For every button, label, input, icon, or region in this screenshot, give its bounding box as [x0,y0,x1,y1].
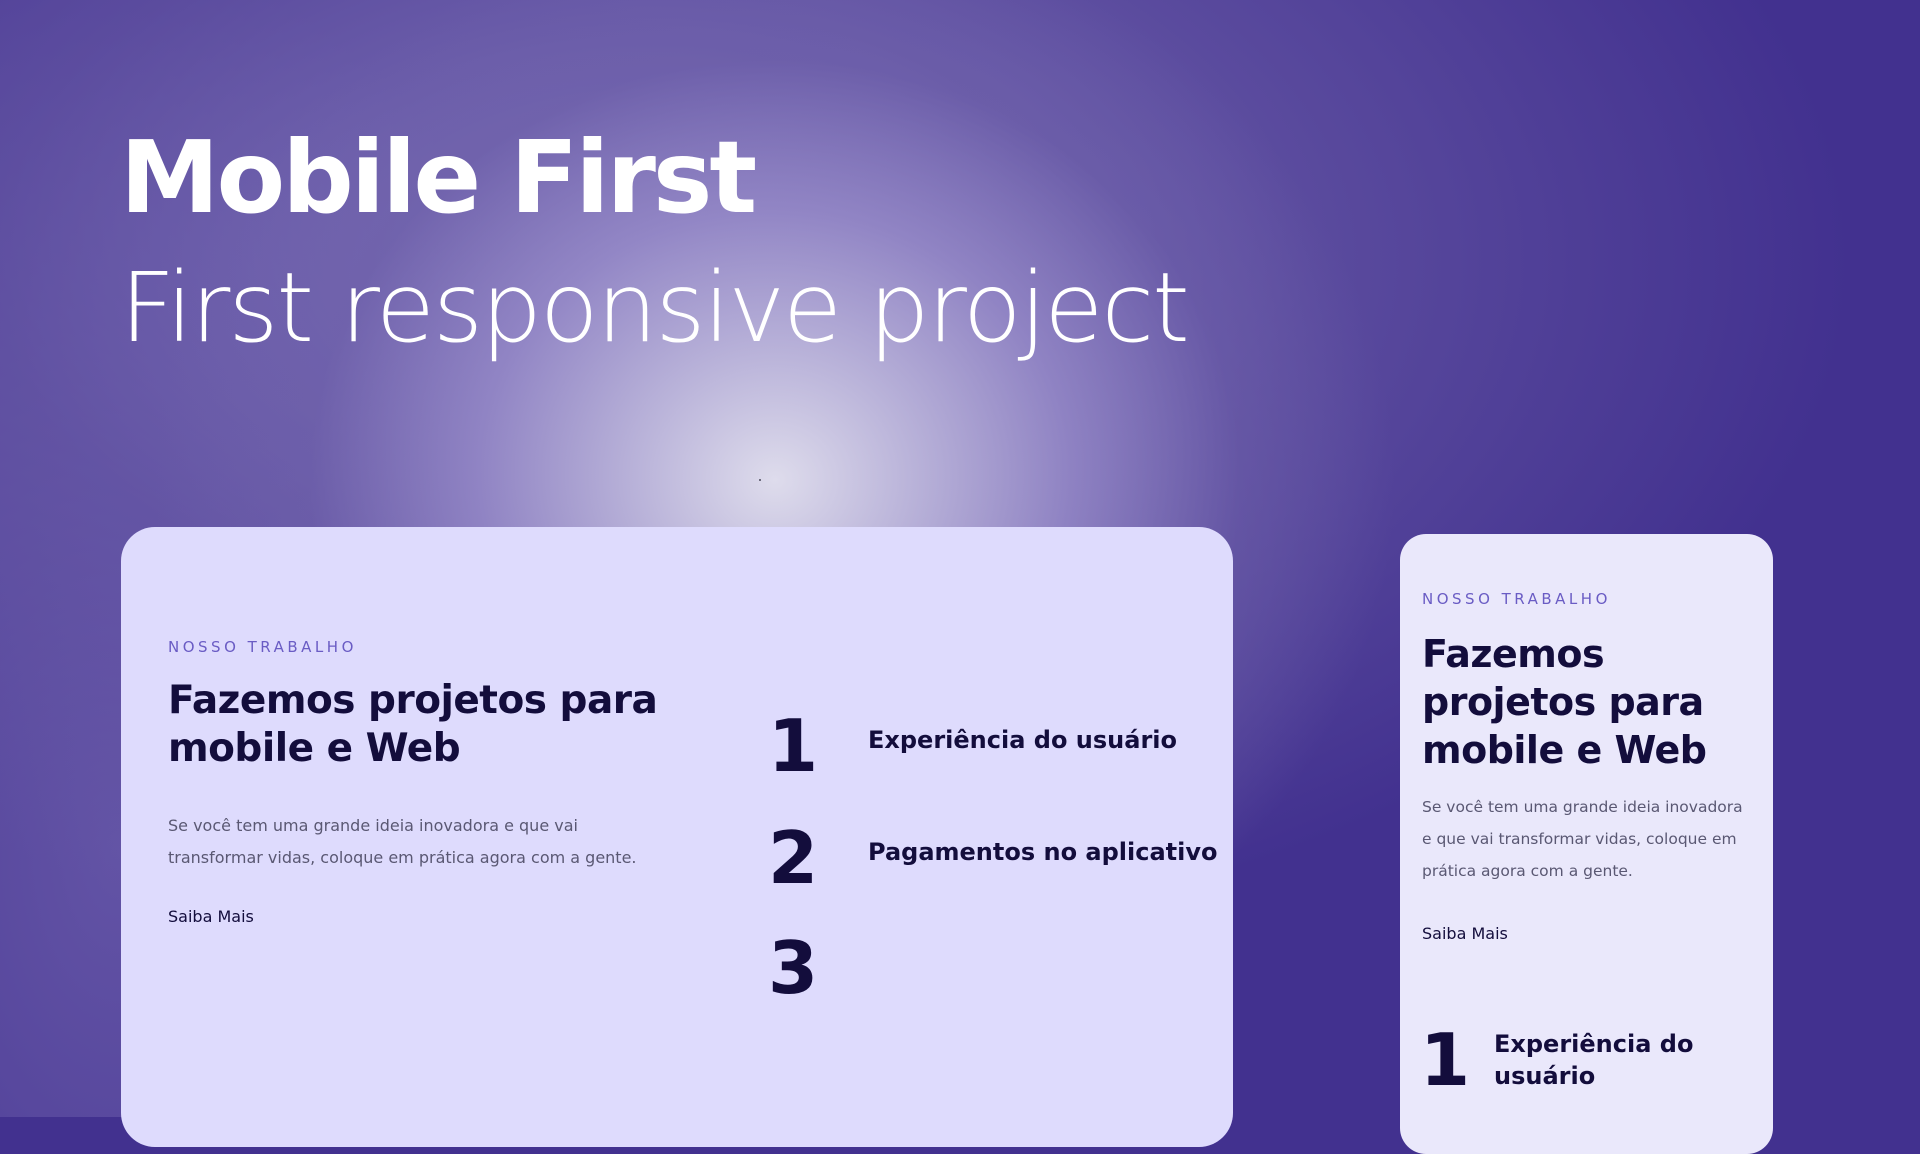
mobile-card-heading-line3: mobile e Web [1422,728,1707,772]
desktop-card-body-line1: Se você tem uma grande ideia inovadora e… [168,816,578,835]
mobile-card: NOSSO TRABALHO Fazemos projetos para mob… [1400,534,1773,1154]
desktop-feature-label: Experiência do usuário [868,726,1177,754]
hero-title: Mobile First [120,119,757,236]
desktop-card-heading: Fazemos projetos para mobile e Web [168,677,658,773]
desktop-feature-number: 1 [768,704,819,788]
desktop-feature-number: 3 [768,926,819,1010]
desktop-feature-number: 2 [768,816,819,900]
mobile-card-body-line2: e que vai transformar vidas, coloque em [1422,830,1737,848]
mobile-feature-label-line2: usuário [1494,1062,1596,1090]
mobile-feature-label: Experiência do usuário [1494,1028,1693,1092]
mobile-card-eyebrow: NOSSO TRABALHO [1422,590,1611,608]
desktop-card-saiba-mais-link[interactable]: Saiba Mais [168,907,254,926]
mobile-feature-label-line1: Experiência do [1494,1030,1694,1058]
mobile-card-heading-line1: Fazemos [1422,632,1605,676]
desktop-card-heading-line1: Fazemos projetos para [168,678,658,723]
desktop-feature-label: Pagamentos no aplicativo [868,838,1218,866]
desktop-card-heading-line2: mobile e Web [168,726,461,771]
mobile-card-heading-line2: projetos para [1422,680,1704,724]
hero-subtitle: First responsive project [120,252,1190,364]
mobile-card-body-line3: prática agora com a gente. [1422,862,1633,880]
desktop-card-eyebrow: NOSSO TRABALHO [168,638,357,656]
mobile-card-body-line1: Se você tem uma grande ideia inovadora [1422,798,1743,816]
desktop-card: NOSSO TRABALHO Fazemos projetos para mob… [121,527,1233,1147]
mobile-card-saiba-mais-link[interactable]: Saiba Mais [1422,924,1508,943]
mobile-card-heading: Fazemos projetos para mobile e Web [1422,630,1707,774]
mobile-feature-number: 1 [1420,1018,1471,1102]
desktop-card-body-line2: transformar vidas, coloque em prática ag… [168,848,637,867]
desktop-card-body: Se você tem uma grande ideia inovadora e… [168,810,637,874]
mobile-card-body: Se você tem uma grande ideia inovadora e… [1422,791,1743,887]
decorative-dot [759,479,761,481]
